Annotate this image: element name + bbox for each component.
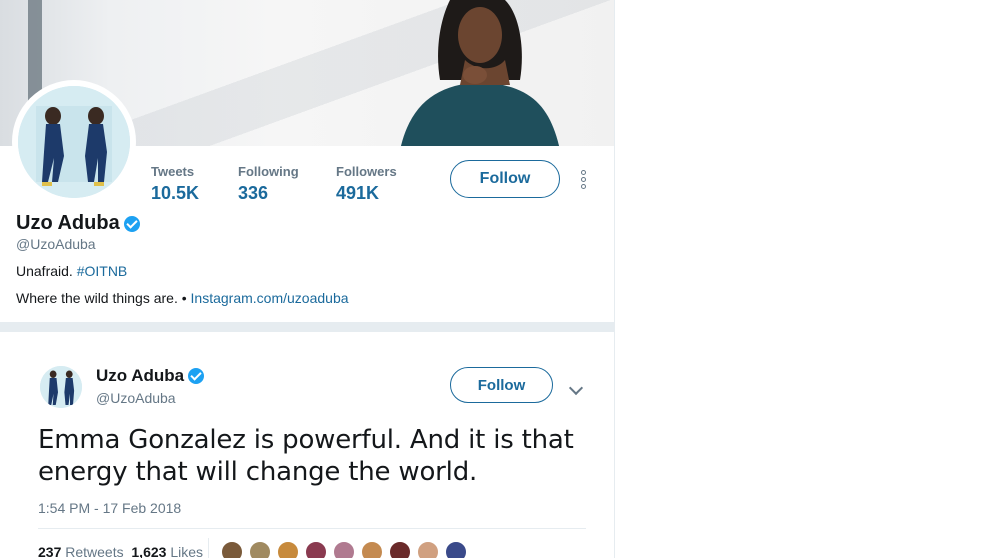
tweet-follow-button[interactable]: Follow [450, 367, 553, 403]
profile-location: Where the wild things are. • [16, 290, 187, 306]
stat-tweets-value: 10.5K [151, 183, 200, 203]
profile-avatar[interactable] [12, 80, 136, 204]
profile-card: Tweets 10.5K Following 336 Followers 491… [0, 0, 615, 323]
liker-avatar[interactable] [276, 540, 300, 558]
profile-name-row: Uzo Aduba [16, 212, 140, 235]
stat-followers[interactable]: Followers 491K [336, 164, 397, 204]
stat-followers-value: 491K [336, 183, 380, 203]
avatar-photo-small [40, 366, 82, 408]
liker-avatar[interactable] [444, 540, 468, 558]
liker-avatar[interactable] [360, 540, 384, 558]
verified-badge-icon [188, 368, 205, 384]
banner-person-photo [401, 0, 559, 146]
tweet-timestamp[interactable]: 1:54 PM - 17 Feb 2018 [38, 500, 181, 516]
avatar-photo [18, 86, 130, 198]
verified-badge-icon [123, 215, 140, 232]
likes-count[interactable]: 1,623 [131, 544, 166, 558]
chevron-down-icon[interactable] [568, 380, 584, 396]
stat-following-label: Following [238, 164, 299, 179]
tweet-text: Emma Gonzalez is powerful. And it is tha… [38, 425, 574, 487]
profile-display-name[interactable]: Uzo Aduba [16, 212, 120, 235]
liker-avatar[interactable] [332, 540, 356, 558]
profile-location-website: Where the wild things are. • Instagram.c… [16, 290, 349, 306]
profile-handle: @UzoAduba [16, 236, 96, 252]
tweet-author-avatar[interactable] [40, 366, 82, 408]
retweets-count[interactable]: 237 [38, 544, 61, 558]
liker-avatar[interactable] [248, 540, 272, 558]
stat-followers-label: Followers [336, 164, 397, 179]
tweet-author-name[interactable]: Uzo Aduba [96, 366, 184, 386]
stat-following[interactable]: Following 336 [238, 164, 299, 204]
liker-avatar[interactable] [388, 540, 412, 558]
liker-avatars [220, 540, 472, 558]
section-divider [0, 322, 615, 332]
bio-text: Unafraid. [16, 263, 73, 279]
liker-avatar[interactable] [416, 540, 440, 558]
more-options-icon[interactable] [578, 170, 588, 192]
tweet-author-handle[interactable]: @UzoAduba [96, 390, 176, 406]
profile-website-link[interactable]: Instagram.com/uzoaduba [191, 290, 349, 306]
tweet-card: Uzo Aduba @UzoAduba Follow Emma Gonzalez… [0, 332, 615, 558]
tweet-divider [38, 528, 586, 529]
liker-avatar[interactable] [304, 540, 328, 558]
retweets-label[interactable]: Retweets [65, 544, 123, 558]
bio-hashtag-link[interactable]: #OITNB [77, 263, 128, 279]
tweet-author-name-row: Uzo Aduba [96, 366, 205, 386]
stat-tweets[interactable]: Tweets 10.5K [151, 164, 199, 204]
likes-label[interactable]: Likes [170, 544, 203, 558]
stat-tweets-label: Tweets [151, 164, 195, 179]
liker-avatar[interactable] [220, 540, 244, 558]
stats-divider [208, 538, 209, 558]
stat-following-value: 336 [238, 183, 269, 203]
profile-bio: Unafraid. #OITNB [16, 263, 127, 279]
profile-follow-button[interactable]: Follow [450, 160, 560, 198]
tweet-stats: 237 Retweets 1,623 Likes [38, 544, 203, 558]
